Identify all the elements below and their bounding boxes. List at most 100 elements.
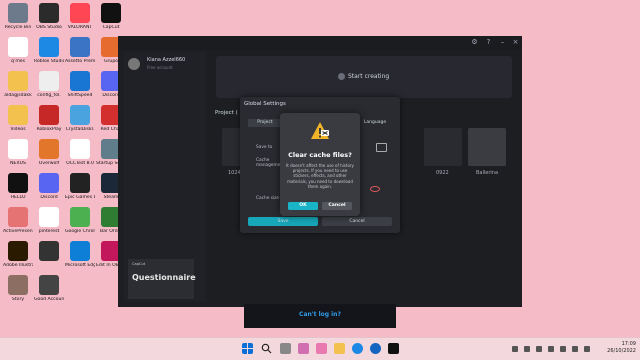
time: 17:09 (621, 341, 636, 347)
promo-brand: CapCut (132, 262, 146, 266)
desktop-icon[interactable]: Microsoft Edge (65, 241, 95, 268)
desktop-icon[interactable]: RobloxPlay (34, 105, 64, 132)
app-icon (8, 207, 28, 227)
desktop-icon[interactable]: VALORANT (65, 3, 95, 30)
project-tile-label: 1024 (228, 170, 241, 176)
volume-icon[interactable] (572, 346, 578, 352)
desktop-icons: Recycle Bin OBS Studio VALORANT CapCut q’mes… (0, 0, 126, 335)
search-icon[interactable] (261, 343, 272, 354)
close-icon[interactable]: × (511, 38, 520, 47)
desktop-icon-label: RobloxPlay (36, 127, 62, 132)
desktop-icon-label: Microsoft Edge (65, 263, 95, 268)
desktop-icon-label: Videos (10, 127, 26, 132)
tab-language[interactable]: Language (358, 119, 392, 127)
app-icon (8, 105, 28, 125)
desktop-icon-label: pinterest (38, 229, 60, 234)
task-view-icon[interactable] (280, 343, 291, 354)
desktop-icon[interactable]: OBS Studio (34, 3, 64, 30)
desktop-icon[interactable]: Epic Games Launcher (65, 173, 95, 200)
minimize-icon[interactable]: – (498, 38, 507, 47)
app-icon (101, 3, 121, 23)
app-icon (70, 37, 90, 57)
project-tile[interactable] (424, 128, 462, 166)
desktop-icon[interactable]: aldagjsdakk (3, 71, 33, 98)
settings-cancel-button[interactable]: Cancel (322, 217, 392, 226)
app-icon (39, 207, 59, 227)
start-creating-button[interactable]: Start creating (216, 56, 512, 98)
capcut-icon[interactable] (388, 343, 399, 354)
app-icon (8, 139, 28, 159)
desktop-icon[interactable]: ShiftSpeed (65, 71, 95, 98)
desktop-icon[interactable]: Adobe Illustrator (3, 241, 33, 268)
app-icon[interactable] (316, 343, 327, 354)
app-icon (39, 139, 59, 159)
tray-icon[interactable] (524, 346, 530, 352)
app-icon (70, 207, 90, 227)
desktop-icon[interactable]: CapCut (96, 3, 126, 30)
desktop-icon[interactable]: Google Chrome (65, 207, 95, 234)
help-icon[interactable]: ? (484, 38, 493, 47)
date: 26/10/2022 (607, 348, 636, 354)
desktop-icon[interactable]: config_fol. (34, 71, 64, 98)
project-tile[interactable] (468, 128, 506, 166)
desktop-icon[interactable]: Story (3, 275, 33, 302)
desktop-icon-label: ActivePresen. (3, 229, 33, 234)
desktop-icon-label: q’mes (10, 59, 26, 64)
app-icon (39, 37, 59, 57)
start-creating-label: Start creating (348, 73, 390, 80)
dialog-title: Clear cache files? (288, 151, 352, 159)
app-icon (39, 105, 59, 125)
desktop-icon[interactable]: Recycle Bin (3, 3, 33, 30)
settings-icon[interactable]: ⚙ (470, 38, 479, 47)
desktop-icon-label: OCCTest 8.0 (66, 161, 94, 166)
desktop-icon[interactable]: pinterest (34, 207, 64, 234)
clock[interactable]: 17:09 26/10/2022 (607, 341, 636, 355)
tray-chevron-icon[interactable] (512, 346, 518, 352)
desktop-icon[interactable]: Discord (34, 173, 64, 200)
dialog-message: It doesn't affect the use of history pro… (286, 163, 354, 189)
taskbar: 17:09 26/10/2022 (0, 337, 640, 360)
tray-icon[interactable] (548, 346, 554, 352)
desktop-icon-label: Discord (40, 195, 58, 200)
project-tile-label: 0922 (436, 170, 449, 176)
desktop-icon[interactable]: Assetto Premente (65, 37, 95, 64)
desktop-icon-label: HELLO (10, 195, 26, 200)
desktop-icon[interactable]: ActivePresen. (3, 207, 33, 234)
desktop-icon[interactable]: CrystalDiskI. (65, 105, 95, 132)
desktop-icon[interactable]: HELLO (3, 173, 33, 200)
desktop-icon-label: Recycle Bin (4, 25, 32, 30)
avatar[interactable] (128, 58, 140, 70)
app-icon (70, 173, 90, 193)
desktop-icon[interactable]: Overwolf (34, 139, 64, 166)
settings-save-button[interactable]: Save (248, 217, 318, 226)
cancel-button[interactable]: Cancel (322, 202, 352, 210)
desktop-icon[interactable] (34, 241, 64, 263)
desktop-icon[interactable]: Videos (3, 105, 33, 132)
desktop-icon-label: Overwolf (38, 161, 60, 166)
projects-title: Project ( (215, 110, 238, 116)
desktop-icon[interactable]: OCCTest 8.0 (65, 139, 95, 166)
plus-icon (338, 73, 345, 80)
app-icon[interactable] (370, 343, 381, 354)
desktop-icon[interactable]: q’mes (3, 37, 33, 64)
desktop-icon-label: Good Accounts (34, 297, 64, 302)
file-explorer-icon[interactable] (334, 343, 345, 354)
edge-icon[interactable] (352, 343, 363, 354)
ok-button[interactable]: OK (288, 202, 318, 210)
desktop-icon[interactable]: Good Accounts (34, 275, 64, 302)
project-tile-label: Ballerina (476, 170, 499, 176)
app-icon (70, 71, 90, 91)
tab-project[interactable]: Project (248, 119, 282, 127)
desktop-icon[interactable]: NEXUS (3, 139, 33, 166)
folder-icon[interactable] (376, 143, 387, 152)
desktop-icon-label: VALORANT (67, 25, 93, 30)
wifi-icon[interactable] (560, 346, 566, 352)
clear-cache-dialog: Clear cache files? It doesn't affect the… (280, 113, 360, 216)
windows-start-icon[interactable] (242, 343, 253, 354)
battery-icon[interactable] (584, 346, 590, 352)
tray-icon[interactable] (536, 346, 542, 352)
app-icon[interactable] (298, 343, 309, 354)
app-icon (70, 105, 90, 125)
desktop-icon[interactable]: Roblox Studio (34, 37, 64, 64)
cant-log-in-link[interactable]: Can't log in? (244, 311, 396, 318)
